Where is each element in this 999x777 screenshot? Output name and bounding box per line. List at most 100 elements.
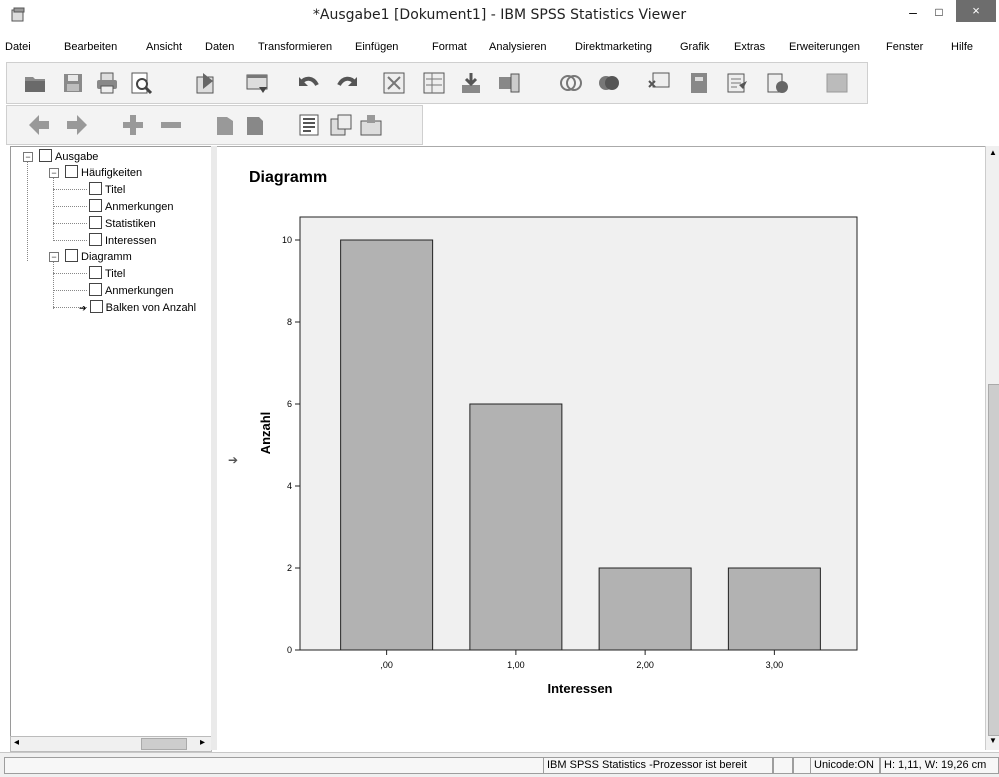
menu-einfuegen[interactable]: Einfügen [355,41,398,53]
content-vertical-scrollbar[interactable]: ▲ ▼ [985,146,999,750]
goto-data-icon[interactable] [382,71,406,95]
demote-icon[interactable] [65,113,89,137]
tree-item-titel[interactable]: Titel [89,182,125,196]
scroll-up-icon[interactable]: ▲ [989,148,997,157]
menu-format[interactable]: Format [432,41,467,53]
menu-hilfe[interactable]: Hilfe [951,41,973,53]
expand-icon[interactable] [121,113,145,137]
tree-label-ausgabe: Ausgabe [55,151,99,163]
status-unicode: Unicode:ON [810,757,880,774]
menu-fenster[interactable]: Fenster [886,41,923,53]
title-doc-icon [89,182,102,195]
variables-icon[interactable] [497,71,521,95]
tree-label-diagramm-titel: Titel [105,268,126,280]
status-empty-cell [4,757,547,774]
insert-text-icon[interactable] [359,113,383,137]
y-tick-label-4: 8 [287,317,292,327]
menu-grafik[interactable]: Grafik [680,41,709,53]
goto-case-icon[interactable] [422,71,446,95]
x-tick-label-1: 1,00 [507,660,525,670]
expander-diagramm[interactable]: − [49,252,59,262]
current-item-arrow-icon: ➔ [228,453,239,467]
notes-table-icon [89,199,102,212]
expander-haeufigkeiten[interactable]: − [49,168,59,178]
menu-extras[interactable]: Extras [734,41,765,53]
y-tick-label-3: 6 [287,399,292,409]
print-preview-icon[interactable] [129,71,153,95]
close-button[interactable]: × [956,0,996,22]
tree-item-diagramm[interactable]: Diagramm [65,249,132,263]
x-tick-label-0: ,00 [380,660,393,670]
current-item-arrow-icon: ➔ [79,303,87,313]
menu-bearbeiten[interactable]: Bearbeiten [64,41,117,53]
bar-chart[interactable]: Anzahl Interessen 0 2 4 6 8 10 ,00 1,00 2,00 3,0… [250,200,870,705]
diagram-heading: Diagramm [249,169,328,186]
script-icon[interactable] [725,71,749,95]
x-tick-label-3: 3,00 [766,660,784,670]
bar-2[interactable] [598,567,692,651]
tree-item-anmerkungen[interactable]: Anmerkungen [89,199,174,213]
status-bar: IBM SPSS Statistics -Prozessor ist berei… [0,752,999,777]
status-processor: IBM SPSS Statistics -Prozessor ist berei… [543,757,773,774]
menu-daten[interactable]: Daten [205,41,234,53]
scroll-down-icon[interactable]: ▼ [989,736,997,745]
tree-item-ausgabe[interactable]: Ausgabe [39,149,98,163]
redo-icon[interactable] [335,71,359,95]
outline-horizontal-scrollbar[interactable]: ◂ ▸ [10,736,212,752]
tree-item-interessen[interactable]: Interessen [89,233,156,247]
tree-label-diagramm-anmerkungen: Anmerkungen [105,285,174,297]
undo-icon[interactable] [297,71,321,95]
hide-icon[interactable] [243,113,267,137]
promote-icon[interactable] [27,113,51,137]
designate-window-icon[interactable] [687,71,711,95]
minimize-button[interactable]: – [902,3,924,23]
notes-table-icon [89,283,102,296]
tree-item-diagramm-titel[interactable]: Titel [89,266,125,280]
title-doc-icon [89,266,102,279]
tree-label-statistiken: Statistiken [105,218,156,230]
insert-heading-icon[interactable] [297,113,321,137]
insert-title-icon[interactable] [329,113,353,137]
scroll-right-icon[interactable]: ▸ [200,737,205,748]
bar-3[interactable] [727,567,821,651]
save-icon[interactable] [61,71,85,95]
tree-item-balken-von-anzahl[interactable]: ➔ Balken von Anzahl [79,300,196,314]
tree-item-diagramm-anmerkungen[interactable]: Anmerkungen [89,283,174,297]
run-icon[interactable] [765,71,789,95]
menu-erweiterungen[interactable]: Erweiterungen [789,41,860,53]
recall-dialog-icon[interactable] [245,71,269,95]
export-icon[interactable] [193,71,217,95]
tree-item-haeufigkeiten[interactable]: Häufigkeiten [65,165,142,179]
main-toolbar [6,62,868,104]
bar-0[interactable] [340,239,434,651]
menu-datei[interactable]: Datei [5,41,31,53]
show-all-icon[interactable] [597,71,621,95]
vscroll-thumb[interactable] [988,384,999,736]
menu-transformieren[interactable]: Transformieren [258,41,332,53]
tree-item-statistiken[interactable]: Statistiken [89,216,156,230]
maximize-button[interactable]: □ [928,3,950,23]
title-bar: *Ausgabe1 [Dokument1] - IBM SPSS Statist… [0,0,999,30]
open-icon[interactable] [23,71,47,95]
scroll-left-icon[interactable]: ◂ [14,737,19,748]
select-cases-icon[interactable] [559,71,583,95]
outline-pane: − Ausgabe − Häufigkeiten Titel Anmerkung… [10,146,212,738]
menu-ansicht[interactable]: Ansicht [146,41,182,53]
y-tick-label-2: 4 [287,481,292,491]
insert-table-icon[interactable] [459,71,483,95]
value-labels-icon[interactable] [647,71,671,95]
outline-book-icon [65,165,78,178]
y-axis-label: Anzahl [258,412,273,455]
bar-1[interactable] [469,403,563,651]
print-icon[interactable] [95,71,119,95]
menu-direktmarketing[interactable]: Direktmarketing [575,41,652,53]
x-tick-label-2: 2,00 [636,660,654,670]
tree-label-titel: Titel [105,184,126,196]
outline-hscroll-thumb[interactable] [141,738,187,750]
collapse-icon[interactable] [159,113,183,137]
menu-analysieren[interactable]: Analysieren [489,41,546,53]
x-axis-label: Interessen [547,681,612,696]
expander-ausgabe[interactable]: − [23,152,33,162]
outline-toolbar [6,105,423,145]
show-icon[interactable] [213,113,237,137]
